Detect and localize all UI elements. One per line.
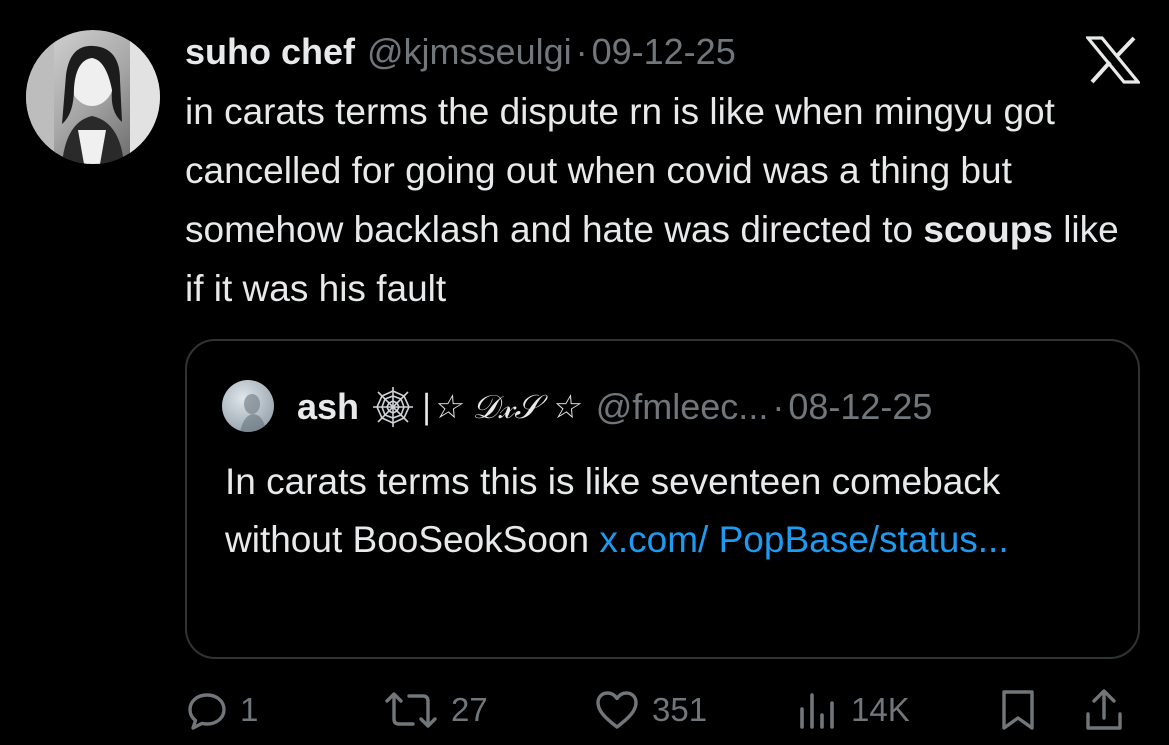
like-count: 351: [652, 691, 708, 728]
views-button[interactable]: 14K: [797, 680, 910, 740]
reply-icon: [186, 689, 228, 731]
share-icon: [1084, 688, 1124, 732]
retweet-icon: [383, 689, 439, 731]
quote-header-separator: ·: [772, 386, 785, 427]
x-logo-icon[interactable]: [1084, 36, 1142, 84]
author-avatar[interactable]: [26, 30, 160, 164]
quote-author-handle[interactable]: @fmleec...: [596, 386, 769, 428]
quote-text: In carats terms this is like seventeen c…: [225, 453, 1105, 569]
header-separator: ·: [575, 31, 588, 72]
quote-author-name[interactable]: ash: [297, 386, 359, 428]
quote-link[interactable]: x.com/ PopBase/status...: [599, 519, 1008, 560]
views-count: 14K: [851, 691, 910, 728]
tweet-text: in carats terms the dispute rn is like w…: [185, 82, 1135, 318]
author-display-name[interactable]: suho chef: [185, 31, 355, 73]
share-button[interactable]: [1084, 680, 1124, 740]
retweet-count: 27: [451, 691, 488, 728]
bookmark-button[interactable]: [1000, 680, 1036, 740]
quote-date[interactable]: 08-12-25: [788, 386, 932, 428]
spiderweb-icon: [371, 385, 415, 429]
bookmark-icon: [1000, 688, 1036, 732]
tweet-date[interactable]: 09-12-25: [592, 31, 736, 73]
views-icon: [797, 689, 839, 731]
retweet-button[interactable]: 27: [383, 680, 488, 740]
quote-name-decoration: |☆ 𝒟𝓍𝒮 ☆: [421, 387, 580, 426]
reply-count: 1: [240, 691, 259, 728]
tweet-header: suho chef @kjmsseulgi · 09-12-25: [185, 28, 736, 76]
like-button[interactable]: 351: [594, 680, 707, 740]
tweet-text-bold: scoups: [923, 209, 1053, 250]
quote-author-avatar[interactable]: [222, 380, 274, 432]
quote-header: ash |☆ 𝒟𝓍𝒮 ☆ @fmleec... · 08-12-25: [297, 385, 932, 429]
author-handle[interactable]: @kjmsseulgi: [367, 31, 572, 73]
quoted-tweet-card[interactable]: ash |☆ 𝒟𝓍𝒮 ☆ @fmleec... · 08-12-25 In ca…: [185, 339, 1140, 659]
action-bar: 1 27 351 14K: [0, 680, 1169, 740]
reply-button[interactable]: 1: [186, 680, 258, 740]
heart-icon: [594, 689, 640, 731]
